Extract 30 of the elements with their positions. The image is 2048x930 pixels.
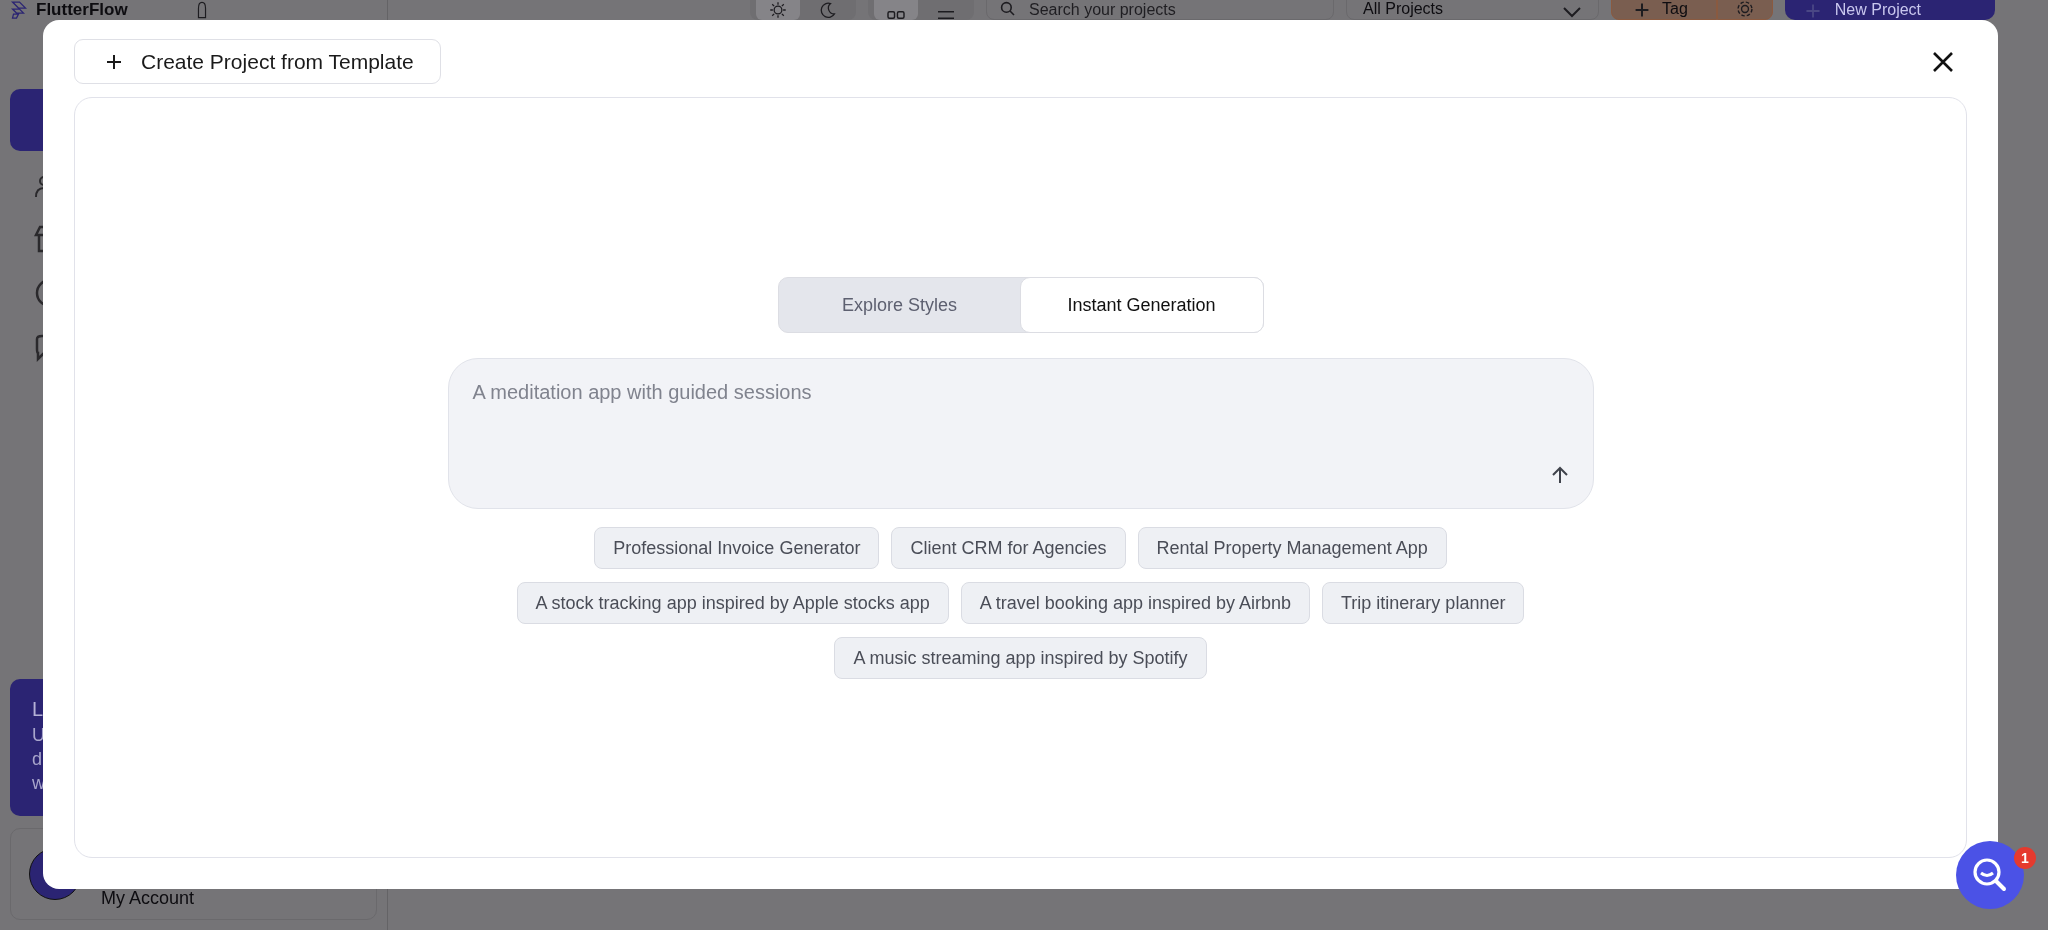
suggestion-chip[interactable]: Professional Invoice Generator (594, 527, 880, 569)
bell-icon[interactable] (195, 0, 208, 20)
search-field[interactable]: Search your projects (986, 0, 1334, 20)
banner-title: L (32, 697, 44, 722)
suggestion-chip[interactable]: Client CRM for Agencies (891, 527, 1126, 569)
sun-icon (769, 1, 787, 19)
prompt-field[interactable]: A meditation app with guided sessions (447, 358, 1594, 509)
logo-icon (10, 0, 28, 20)
create-from-template-button[interactable]: Create Project from Template (74, 39, 441, 84)
plus-icon (1634, 2, 1650, 18)
list-icon (937, 11, 955, 19)
close-icon[interactable] (1932, 50, 1954, 73)
suggestion-chip[interactable]: A music streaming app inspired by Spotify (834, 637, 1207, 679)
suggestion-chip[interactable]: Rental Property Management App (1137, 527, 1447, 569)
settings-icon (1735, 0, 1754, 18)
logo-text: FlutterFlow (36, 0, 128, 20)
account-label: My Account (101, 887, 195, 909)
chevron-down-icon (1562, 6, 1582, 18)
suggestion-chip[interactable]: A travel booking app inspired by Airbnb (960, 582, 1310, 624)
suggestion-chip[interactable]: A stock tracking app inspired by Apple stocks app (516, 582, 949, 624)
mode-tab[interactable]: Explore Styles (778, 278, 1021, 332)
plus-icon (105, 52, 123, 71)
banner-text: d (32, 748, 42, 771)
new-project-button[interactable]: New Project (1784, 0, 1995, 20)
suggestion-chip[interactable]: Trip itinerary planner (1322, 582, 1525, 624)
grid-icon (887, 11, 905, 19)
mode-tab[interactable]: Instant Generation (1019, 277, 1264, 333)
plus-icon (1804, 3, 1821, 19)
moon-icon (819, 1, 837, 19)
notification-badge: 1 (2014, 847, 2036, 869)
